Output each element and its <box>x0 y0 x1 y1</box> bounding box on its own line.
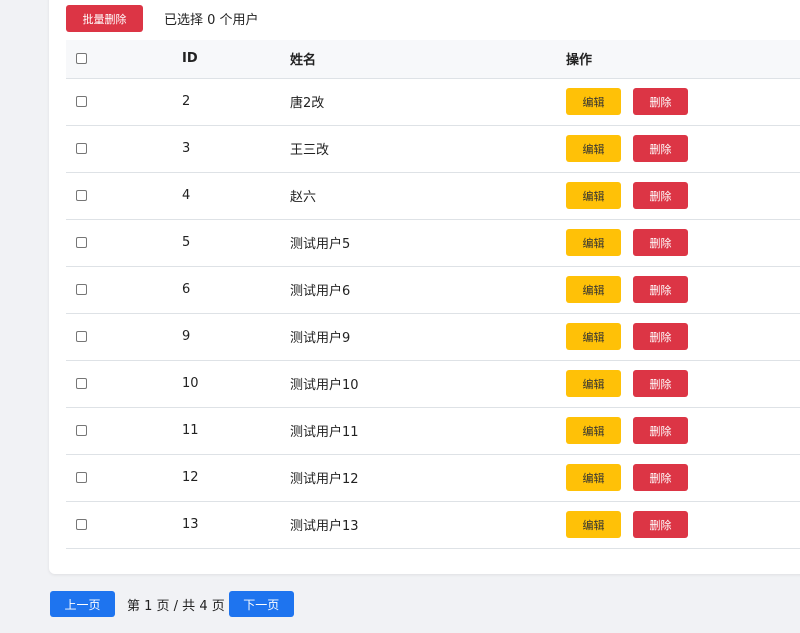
edit-button[interactable]: 编辑 <box>566 88 621 115</box>
row-checkbox-cell <box>66 125 182 172</box>
row-checkbox-cell <box>66 172 182 219</box>
row-id: 11 <box>182 423 199 438</box>
row-id: 12 <box>182 470 199 485</box>
delete-button[interactable]: 删除 <box>633 182 688 209</box>
next-page-button[interactable]: 下一页 <box>228 591 294 617</box>
delete-button[interactable]: 删除 <box>633 323 688 350</box>
row-actions: 编辑 删除 <box>566 125 800 172</box>
row-actions: 编辑 删除 <box>566 219 800 266</box>
row-id: 2 <box>182 94 191 109</box>
header-name: 姓名 <box>290 53 317 69</box>
pagination: 上一页 第 1 页 / 共 4 页 下一页 <box>50 591 294 617</box>
row-name: 测试用户9 <box>290 331 351 346</box>
user-table: ID 姓名 操作 2 唐2改 编辑 删除 3 王三改 编辑 删除 4 赵六 编辑 删除 5 测试用户5 编辑… <box>66 40 800 549</box>
row-name: 王三改 <box>290 143 330 158</box>
table-row: 6 测试用户6 编辑 删除 <box>66 266 800 313</box>
row-actions: 编辑 删除 <box>566 266 800 313</box>
row-checkbox[interactable] <box>76 190 87 201</box>
row-actions: 编辑 删除 <box>566 501 800 548</box>
table-header-row: ID 姓名 操作 <box>66 40 800 78</box>
row-id: 3 <box>182 141 191 156</box>
row-checkbox-cell <box>66 78 182 125</box>
row-checkbox-cell <box>66 407 182 454</box>
row-checkbox-cell <box>66 360 182 407</box>
delete-button[interactable]: 删除 <box>633 417 688 444</box>
row-actions: 编辑 删除 <box>566 454 800 501</box>
row-checkbox-cell <box>66 501 182 548</box>
row-checkbox-cell <box>66 219 182 266</box>
row-name: 唐2改 <box>290 96 325 111</box>
row-name: 测试用户12 <box>290 472 359 487</box>
row-id: 5 <box>182 235 191 250</box>
row-name: 测试用户5 <box>290 237 351 252</box>
row-checkbox-cell <box>66 313 182 360</box>
bulk-delete-button[interactable]: 批量删除 <box>66 5 143 32</box>
row-id: 13 <box>182 517 199 532</box>
row-id: 9 <box>182 329 191 344</box>
row-id: 6 <box>182 282 191 297</box>
edit-button[interactable]: 编辑 <box>566 135 621 162</box>
toolbar: 批量删除 已选择 0 个用户 <box>66 5 259 32</box>
header-actions: 操作 <box>566 53 593 69</box>
row-checkbox[interactable] <box>76 331 87 342</box>
delete-button[interactable]: 删除 <box>633 276 688 303</box>
row-name: 测试用户10 <box>290 378 359 393</box>
table-row: 3 王三改 编辑 删除 <box>66 125 800 172</box>
row-checkbox-cell <box>66 266 182 313</box>
page-info: 第 1 页 / 共 4 页 <box>127 598 225 614</box>
row-checkbox[interactable] <box>76 519 87 530</box>
row-checkbox[interactable] <box>76 378 87 389</box>
delete-button[interactable]: 删除 <box>633 135 688 162</box>
table-row: 4 赵六 编辑 删除 <box>66 172 800 219</box>
row-name: 测试用户6 <box>290 284 351 299</box>
row-id: 4 <box>182 188 191 203</box>
table-row: 11 测试用户11 编辑 删除 <box>66 407 800 454</box>
header-checkbox-cell <box>66 40 182 78</box>
delete-button[interactable]: 删除 <box>633 229 688 256</box>
row-name: 赵六 <box>290 190 317 205</box>
row-actions: 编辑 删除 <box>566 360 800 407</box>
edit-button[interactable]: 编辑 <box>566 323 621 350</box>
edit-button[interactable]: 编辑 <box>566 229 621 256</box>
row-checkbox[interactable] <box>76 472 87 483</box>
table-row: 2 唐2改 编辑 删除 <box>66 78 800 125</box>
row-id: 10 <box>182 376 199 391</box>
row-checkbox[interactable] <box>76 425 87 436</box>
selected-count-text: 已选择 0 个用户 <box>164 13 259 28</box>
row-actions: 编辑 删除 <box>566 313 800 360</box>
edit-button[interactable]: 编辑 <box>566 370 621 397</box>
row-checkbox[interactable] <box>76 284 87 295</box>
row-name: 测试用户11 <box>290 425 359 440</box>
table-row: 5 测试用户5 编辑 删除 <box>66 219 800 266</box>
row-checkbox-cell <box>66 454 182 501</box>
select-all-checkbox[interactable] <box>76 53 87 65</box>
row-actions: 编辑 删除 <box>566 407 800 454</box>
prev-page-button[interactable]: 上一页 <box>50 591 115 617</box>
delete-button[interactable]: 删除 <box>633 370 688 397</box>
row-actions: 编辑 删除 <box>566 78 800 125</box>
delete-button[interactable]: 删除 <box>633 88 688 115</box>
row-name: 测试用户13 <box>290 519 359 534</box>
edit-button[interactable]: 编辑 <box>566 417 621 444</box>
row-actions: 编辑 删除 <box>566 172 800 219</box>
edit-button[interactable]: 编辑 <box>566 464 621 491</box>
table-row: 9 测试用户9 编辑 删除 <box>66 313 800 360</box>
edit-button[interactable]: 编辑 <box>566 511 621 538</box>
table-row: 12 测试用户12 编辑 删除 <box>66 454 800 501</box>
row-checkbox[interactable] <box>76 96 87 107</box>
table-row: 13 测试用户13 编辑 删除 <box>66 501 800 548</box>
edit-button[interactable]: 编辑 <box>566 276 621 303</box>
table-row: 10 测试用户10 编辑 删除 <box>66 360 800 407</box>
delete-button[interactable]: 删除 <box>633 464 688 491</box>
edit-button[interactable]: 编辑 <box>566 182 621 209</box>
header-id: ID <box>182 51 198 67</box>
row-checkbox[interactable] <box>76 237 87 248</box>
row-checkbox[interactable] <box>76 143 87 154</box>
delete-button[interactable]: 删除 <box>633 511 688 538</box>
